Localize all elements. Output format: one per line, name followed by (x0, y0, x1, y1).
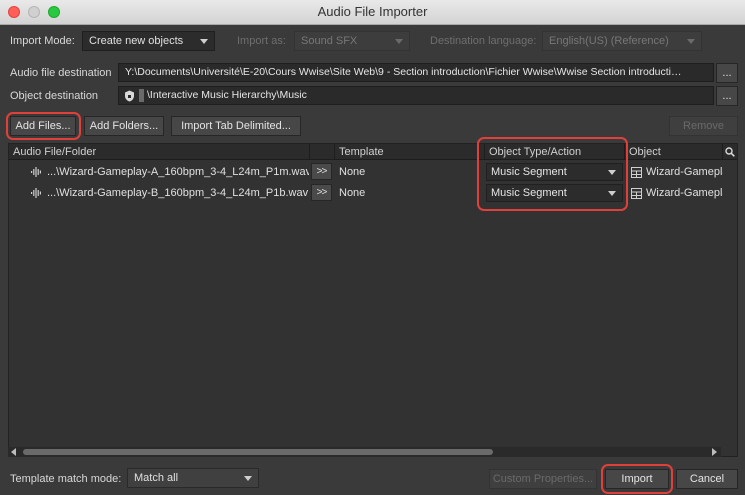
chevron-down-icon (608, 191, 616, 196)
import-mode-value: Create new objects (89, 35, 184, 47)
row-object: Wizard-Gamepla (646, 187, 723, 199)
import-mode-label: Import Mode: (10, 35, 75, 47)
object-type-value: Music Segment (491, 166, 567, 178)
column-header-object[interactable]: Object (625, 144, 723, 160)
import-mode-select[interactable]: Create new objects (82, 31, 215, 51)
object-type-select[interactable]: Music Segment (486, 163, 623, 181)
window-title: Audio File Importer (317, 4, 428, 19)
row-file: ...\Wizard-Gameplay-B_160bpm_3-4_L24m_P1… (47, 187, 309, 199)
chevron-down-icon (395, 39, 403, 44)
object-type-select[interactable]: Music Segment (486, 184, 623, 202)
column-header-audio-file[interactable]: Audio File/Folder (9, 144, 310, 160)
destination-language-value: English(US) (Reference) (549, 35, 669, 47)
waveform-icon (31, 188, 41, 198)
column-search[interactable] (723, 144, 737, 160)
template-match-value: Match all (134, 472, 179, 484)
destination-language-label: Destination language: (430, 35, 537, 47)
divider (139, 89, 144, 102)
horizontal-scrollbar[interactable] (8, 447, 721, 457)
object-destination-browse-button[interactable]: ... (716, 86, 738, 106)
object-destination-field[interactable]: \Interactive Music Hierarchy\Music (118, 86, 714, 105)
custom-properties-button: Custom Properties... (489, 469, 597, 489)
add-folders-button[interactable]: Add Folders... (84, 116, 164, 136)
add-files-button[interactable]: Add Files... (10, 116, 76, 136)
row-file: ...\Wizard-Gameplay-A_160bpm_3-4_L24m_P1… (47, 166, 309, 178)
waveform-icon (31, 167, 41, 177)
music-segment-icon (631, 167, 642, 178)
audio-file-destination-label: Audio file destination (10, 67, 112, 79)
maximize-window-icon[interactable] (48, 6, 60, 18)
object-destination-label: Object destination (10, 90, 99, 102)
template-match-select[interactable]: Match all (127, 468, 259, 488)
template-match-label: Template match mode: (10, 473, 122, 485)
chevron-down-icon (244, 476, 252, 481)
import-file-list: Audio File/Folder Template Object Type/A… (8, 143, 738, 457)
import-as-select: Sound SFX (294, 31, 410, 51)
chevron-down-icon (200, 39, 208, 44)
chevron-down-icon (687, 39, 695, 44)
object-type-value: Music Segment (491, 187, 567, 199)
minimize-window-icon[interactable] (28, 6, 40, 18)
close-window-icon[interactable] (8, 6, 20, 18)
chevron-down-icon (608, 170, 616, 175)
title-bar: Audio File Importer (0, 0, 745, 25)
music-segment-icon (631, 188, 642, 199)
scrollbar-thumb[interactable] (23, 449, 493, 455)
row-template[interactable]: None (339, 183, 479, 203)
import-tab-delimited-button[interactable]: Import Tab Delimited... (171, 116, 301, 136)
search-icon[interactable] (725, 147, 735, 157)
scroll-right-icon[interactable] (712, 448, 718, 456)
assign-arrow-button[interactable]: >> (311, 163, 332, 180)
column-header-spacer (310, 144, 335, 160)
cancel-button[interactable]: Cancel (676, 469, 738, 489)
row-object: Wizard-Gamepla (646, 166, 723, 178)
object-destination-value: \Interactive Music Hierarchy\Music (147, 89, 307, 101)
scroll-left-icon[interactable] (11, 448, 17, 456)
import-button[interactable]: Import (605, 469, 669, 489)
remove-button: Remove (669, 116, 738, 136)
column-header-template[interactable]: Template (335, 144, 485, 160)
destination-language-select: English(US) (Reference) (542, 31, 702, 51)
import-as-value: Sound SFX (301, 35, 358, 47)
import-as-label: Import as: (237, 35, 286, 47)
shield-icon (125, 90, 134, 102)
column-header-object-type[interactable]: Object Type/Action (485, 144, 625, 160)
row-template[interactable]: None (339, 162, 479, 182)
assign-arrow-button[interactable]: >> (311, 184, 332, 201)
audio-file-destination-field[interactable]: Y:\Documents\Université\E-20\Cours Wwise… (118, 63, 714, 82)
audio-file-destination-browse-button[interactable]: ... (716, 63, 738, 83)
